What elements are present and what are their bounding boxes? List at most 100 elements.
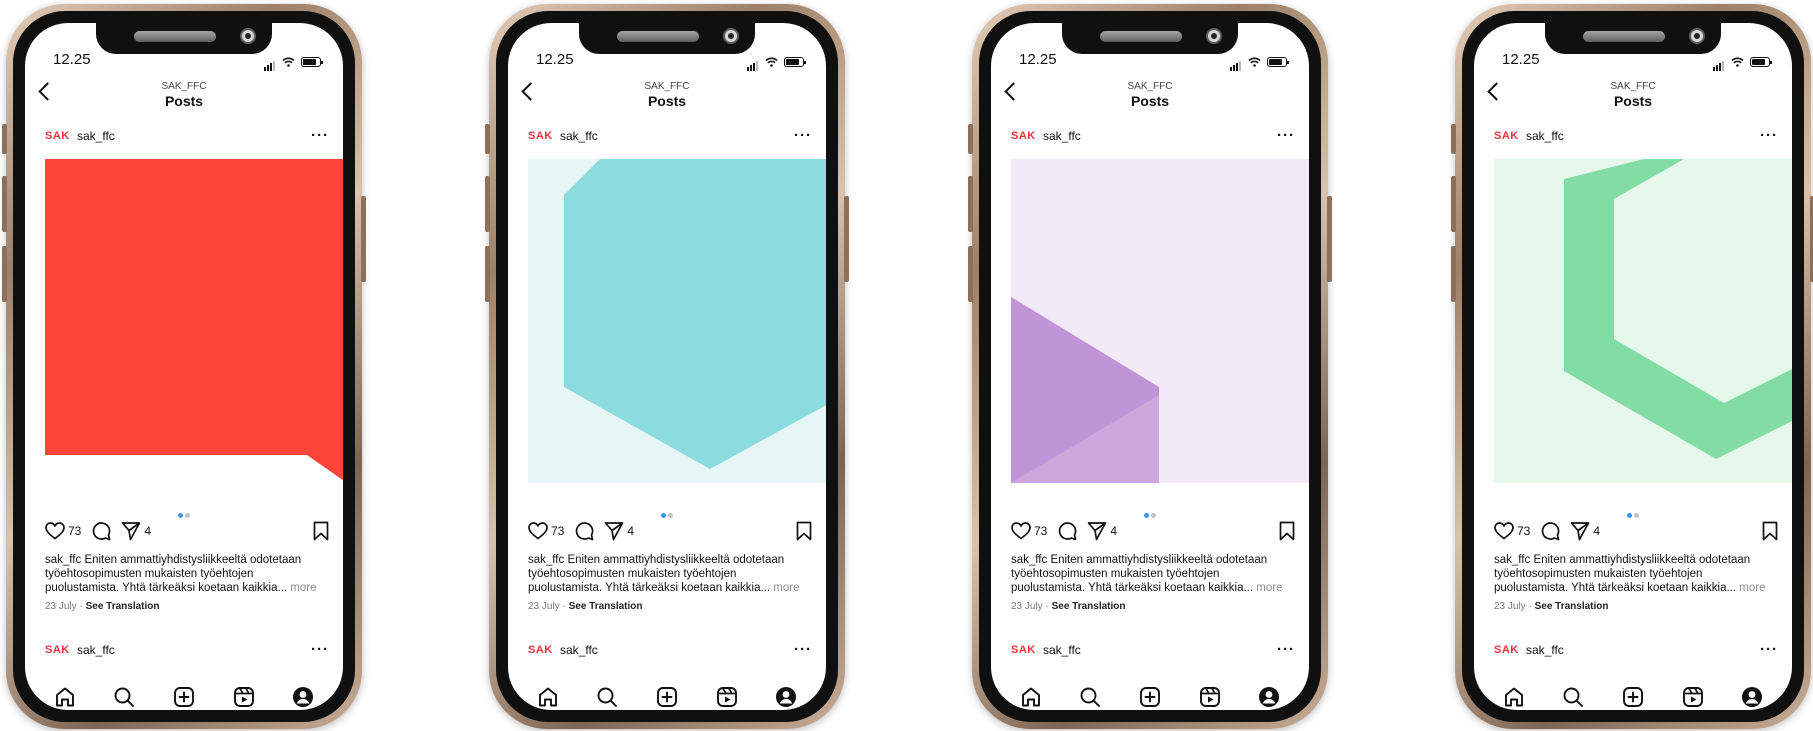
caption-more-link[interactable]: more bbox=[290, 582, 316, 594]
create-icon[interactable] bbox=[1139, 686, 1161, 708]
reels-icon[interactable] bbox=[233, 686, 255, 708]
account-name[interactable]: sak_ffc bbox=[1526, 643, 1564, 657]
bookmark-icon[interactable] bbox=[796, 521, 812, 541]
tab-reels[interactable] bbox=[1197, 684, 1223, 710]
post-image[interactable] bbox=[1011, 159, 1309, 483]
create-icon[interactable] bbox=[1622, 686, 1644, 708]
heart-icon[interactable] bbox=[1011, 522, 1031, 540]
create-icon[interactable] bbox=[173, 686, 195, 708]
tab-reels[interactable] bbox=[231, 684, 257, 710]
home-icon[interactable] bbox=[537, 686, 559, 708]
caption-username[interactable]: sak_ffc bbox=[528, 554, 564, 566]
share-icon[interactable] bbox=[1570, 521, 1590, 541]
sak-logo[interactable]: SAK bbox=[45, 130, 75, 142]
comment-icon[interactable] bbox=[91, 521, 111, 541]
reels-icon[interactable] bbox=[1199, 686, 1221, 708]
account-name[interactable]: sak_ffc bbox=[77, 129, 115, 143]
bookmark-icon[interactable] bbox=[313, 521, 329, 541]
profile-icon[interactable] bbox=[292, 686, 314, 708]
sak-logo[interactable]: SAK bbox=[528, 130, 558, 142]
tab-create[interactable] bbox=[1620, 684, 1646, 710]
create-icon[interactable] bbox=[656, 686, 678, 708]
profile-icon[interactable] bbox=[1741, 686, 1763, 708]
search-icon[interactable] bbox=[596, 686, 618, 708]
caption-more-link[interactable]: more bbox=[773, 582, 799, 594]
caption-username[interactable]: sak_ffc bbox=[1494, 554, 1530, 566]
profile-icon[interactable] bbox=[1258, 686, 1280, 708]
account-name[interactable]: sak_ffc bbox=[1043, 643, 1081, 657]
tab-profile[interactable] bbox=[1739, 684, 1765, 710]
sak-logo[interactable]: SAK bbox=[1011, 130, 1041, 142]
search-icon[interactable] bbox=[113, 686, 135, 708]
tab-home[interactable] bbox=[535, 684, 561, 710]
see-translation-link[interactable]: See Translation bbox=[1052, 601, 1126, 612]
caption-more-link[interactable]: more bbox=[1739, 582, 1765, 594]
comment-icon[interactable] bbox=[574, 521, 594, 541]
see-translation-link[interactable]: See Translation bbox=[569, 601, 643, 612]
more-options-icon[interactable]: ··· bbox=[1277, 128, 1295, 143]
tab-profile[interactable] bbox=[773, 684, 799, 710]
likes-count[interactable]: 73 bbox=[1034, 524, 1047, 538]
sak-logo[interactable]: SAK bbox=[528, 644, 558, 656]
likes-count[interactable]: 73 bbox=[551, 524, 564, 538]
comment-icon[interactable] bbox=[1057, 521, 1077, 541]
more-options-icon[interactable]: ··· bbox=[311, 128, 329, 143]
home-icon[interactable] bbox=[54, 686, 76, 708]
bookmark-icon[interactable] bbox=[1279, 521, 1295, 541]
account-name[interactable]: sak_ffc bbox=[560, 643, 598, 657]
more-options-icon[interactable]: ··· bbox=[1760, 128, 1778, 143]
more-options-icon[interactable]: ··· bbox=[1760, 642, 1778, 657]
more-options-icon[interactable]: ··· bbox=[794, 642, 812, 657]
likes-count[interactable]: 73 bbox=[68, 524, 81, 538]
tab-create[interactable] bbox=[171, 684, 197, 710]
more-options-icon[interactable]: ··· bbox=[1277, 642, 1295, 657]
search-icon[interactable] bbox=[1562, 686, 1584, 708]
tab-create[interactable] bbox=[1137, 684, 1163, 710]
tab-profile[interactable] bbox=[1256, 684, 1282, 710]
tab-home[interactable] bbox=[52, 684, 78, 710]
comment-icon[interactable] bbox=[1540, 521, 1560, 541]
reels-icon[interactable] bbox=[716, 686, 738, 708]
sak-logo[interactable]: SAK bbox=[1494, 130, 1524, 142]
search-icon[interactable] bbox=[1079, 686, 1101, 708]
tab-search[interactable] bbox=[594, 684, 620, 710]
share-icon[interactable] bbox=[1087, 521, 1107, 541]
reels-icon[interactable] bbox=[1682, 686, 1704, 708]
more-options-icon[interactable]: ··· bbox=[311, 642, 329, 657]
tab-profile[interactable] bbox=[290, 684, 316, 710]
tab-create[interactable] bbox=[654, 684, 680, 710]
tab-home[interactable] bbox=[1018, 684, 1044, 710]
account-name[interactable]: sak_ffc bbox=[1526, 129, 1564, 143]
tab-search[interactable] bbox=[1077, 684, 1103, 710]
see-translation-link[interactable]: See Translation bbox=[86, 601, 160, 612]
post-image[interactable] bbox=[1494, 159, 1792, 483]
tab-reels[interactable] bbox=[1680, 684, 1706, 710]
post-image[interactable] bbox=[45, 159, 343, 483]
caption-username[interactable]: sak_ffc bbox=[1011, 554, 1047, 566]
heart-icon[interactable] bbox=[1494, 522, 1514, 540]
tab-search[interactable] bbox=[1560, 684, 1586, 710]
likes-count[interactable]: 73 bbox=[1517, 524, 1530, 538]
see-translation-link[interactable]: See Translation bbox=[1535, 601, 1609, 612]
caption-username[interactable]: sak_ffc bbox=[45, 554, 81, 566]
heart-icon[interactable] bbox=[45, 522, 65, 540]
share-icon[interactable] bbox=[604, 521, 624, 541]
profile-icon[interactable] bbox=[775, 686, 797, 708]
caption-more-link[interactable]: more bbox=[1256, 582, 1282, 594]
bookmark-icon[interactable] bbox=[1762, 521, 1778, 541]
sak-logo[interactable]: SAK bbox=[1011, 644, 1041, 656]
account-name[interactable]: sak_ffc bbox=[560, 129, 598, 143]
sak-logo[interactable]: SAK bbox=[45, 644, 75, 656]
tab-search[interactable] bbox=[111, 684, 137, 710]
more-options-icon[interactable]: ··· bbox=[794, 128, 812, 143]
account-name[interactable]: sak_ffc bbox=[77, 643, 115, 657]
home-icon[interactable] bbox=[1503, 686, 1525, 708]
tab-home[interactable] bbox=[1501, 684, 1527, 710]
share-icon[interactable] bbox=[121, 521, 141, 541]
post-image[interactable] bbox=[528, 159, 826, 483]
sak-logo[interactable]: SAK bbox=[1494, 644, 1524, 656]
home-icon[interactable] bbox=[1020, 686, 1042, 708]
tab-reels[interactable] bbox=[714, 684, 740, 710]
account-name[interactable]: sak_ffc bbox=[1043, 129, 1081, 143]
heart-icon[interactable] bbox=[528, 522, 548, 540]
